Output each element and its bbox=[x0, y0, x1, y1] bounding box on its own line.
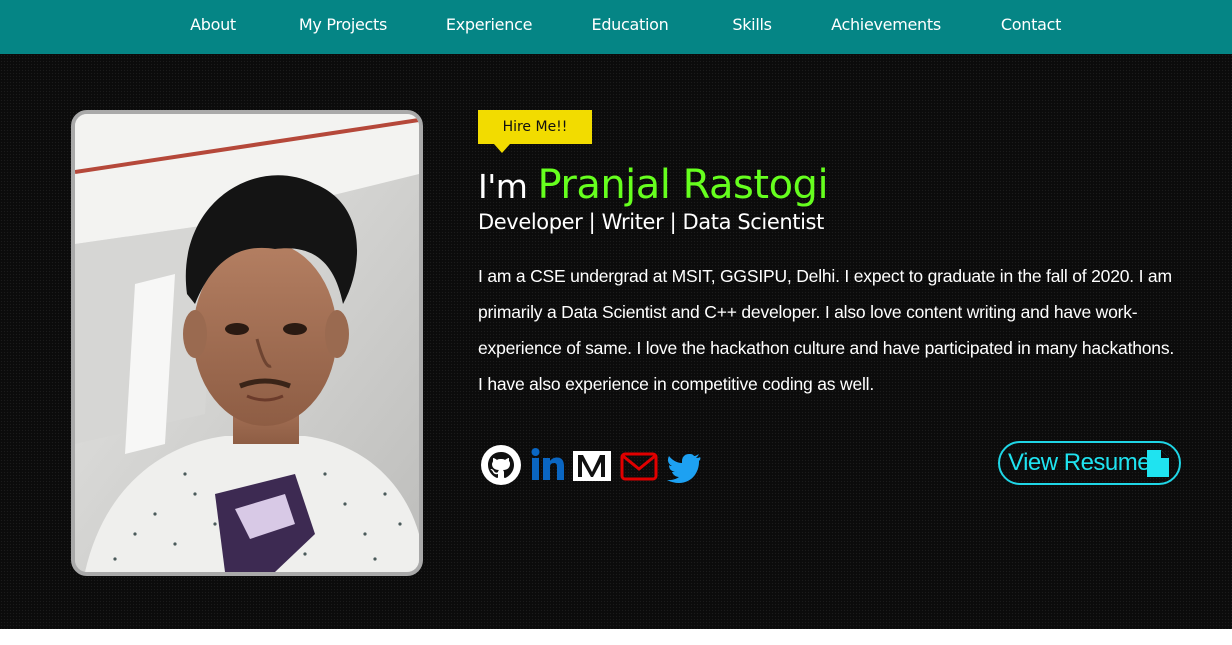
hero-bio: I am a CSE undergrad at MSIT, GGSIPU, De… bbox=[478, 266, 1175, 394]
nav-link-education[interactable]: Education bbox=[592, 0, 669, 50]
nav-link-projects[interactable]: My Projects bbox=[299, 0, 387, 50]
view-resume-button[interactable]: View Resume bbox=[998, 441, 1181, 485]
nav-link-contact[interactable]: Contact bbox=[1001, 0, 1061, 50]
github-icon[interactable] bbox=[480, 444, 521, 488]
greeting-prefix: I'm bbox=[478, 167, 538, 206]
hero-name: Pranjal Rastogi bbox=[537, 162, 829, 208]
file-icon bbox=[1147, 450, 1169, 477]
linkedin-icon[interactable] bbox=[530, 444, 570, 488]
view-resume-label: View Resume bbox=[1008, 449, 1151, 476]
nav-link-about[interactable]: About bbox=[190, 0, 236, 50]
nav-link-achievements[interactable]: Achievements bbox=[831, 0, 941, 50]
nav-link-experience[interactable]: Experience bbox=[446, 0, 533, 50]
email-icon[interactable] bbox=[620, 444, 660, 488]
profile-photo bbox=[71, 110, 423, 576]
hero-roles: Developer | Writer | Data Scientist bbox=[478, 210, 824, 234]
hire-me-badge[interactable]: Hire Me!! bbox=[478, 110, 592, 153]
hero-greeting: I'm Pranjal Rastogi bbox=[478, 162, 829, 208]
medium-icon[interactable] bbox=[572, 444, 612, 488]
top-navbar: About My Projects Experience Education S… bbox=[0, 0, 1232, 54]
nav-link-skills[interactable]: Skills bbox=[732, 0, 772, 50]
twitter-icon[interactable] bbox=[666, 444, 706, 488]
